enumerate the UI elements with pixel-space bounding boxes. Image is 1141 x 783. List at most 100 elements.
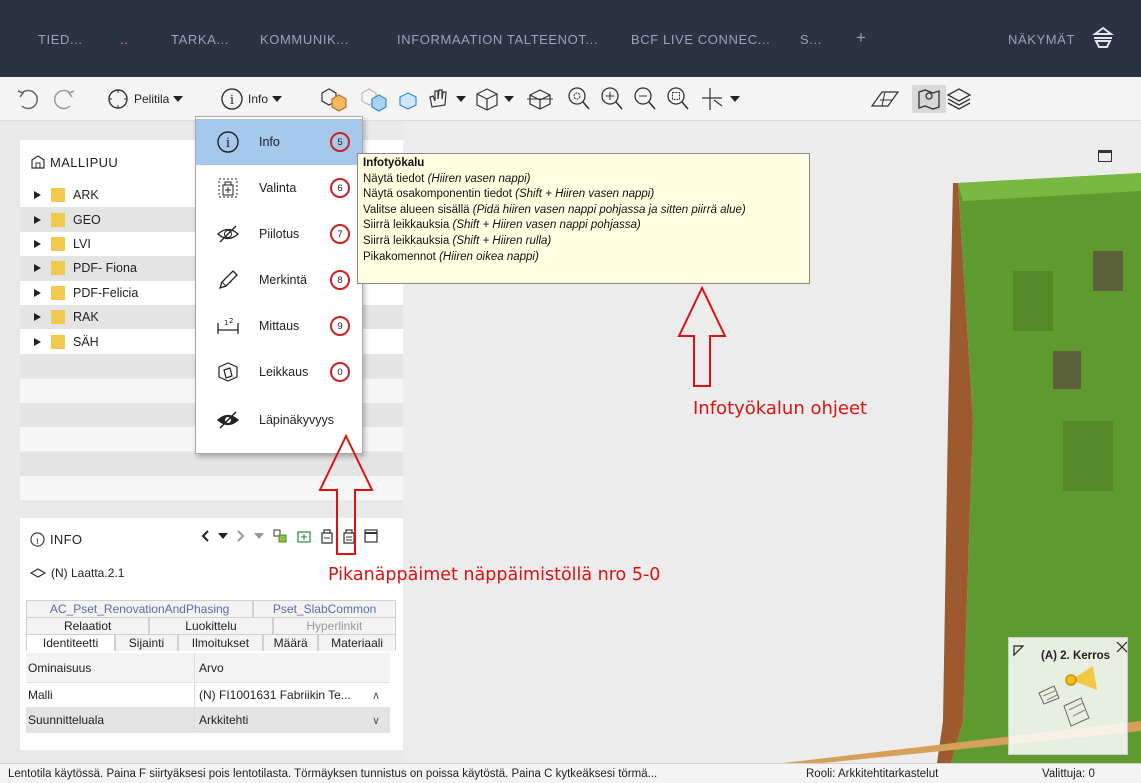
redo-icon xyxy=(54,89,75,110)
tab-s[interactable]: S... xyxy=(800,32,822,47)
tab-ac-pset-renovation[interactable]: AC_Pset_RenovationAndPhasing xyxy=(26,600,254,617)
chevron-down-icon xyxy=(730,96,740,102)
chevron-down-icon xyxy=(272,96,283,102)
tooltip-line: Näytä osakomponentin tiedot (Shift + Hii… xyxy=(363,188,655,201)
expand-icon[interactable] xyxy=(34,313,41,322)
expand-icon[interactable] xyxy=(34,239,41,248)
section-box-icon xyxy=(218,362,238,382)
tab-tarkastelu[interactable]: TARKA... xyxy=(171,32,229,47)
selection-mode-dropdown[interactable] xyxy=(700,85,740,113)
select-parent-icon[interactable] xyxy=(296,528,312,544)
bag-remove-icon[interactable] xyxy=(342,528,356,544)
undo-button[interactable] xyxy=(14,85,42,113)
floor-minimap[interactable]: (A) 2. Kerros xyxy=(1008,637,1128,755)
property-tabs-row-3: Identiteetti Sijainti Ilmoitukset Määrä … xyxy=(26,634,396,651)
show-all-button[interactable] xyxy=(318,85,350,113)
cube-navigation-button[interactable] xyxy=(526,85,554,113)
play-mode-dropdown[interactable]: Pelitila xyxy=(106,85,184,113)
expand-icon[interactable] xyxy=(34,191,41,200)
maximize-icon[interactable] xyxy=(364,529,378,543)
maximize-icon[interactable] xyxy=(1098,150,1112,162)
expand-icon[interactable] xyxy=(34,264,41,273)
menu-item-lapinakyvyys[interactable]: Läpinäkyvyys xyxy=(196,397,362,443)
expand-icon[interactable] xyxy=(34,215,41,224)
menu-item-info[interactable]: i Info 5 xyxy=(196,119,362,165)
tab-luokittelu[interactable]: Luokittelu xyxy=(149,617,273,634)
table-header-row: Ominaisuus Arvo xyxy=(26,653,390,683)
tree-item-label: SÄH xyxy=(73,334,99,349)
views-button[interactable]: NÄKYMÄT xyxy=(1008,32,1075,47)
scroll-down-icon[interactable]: ∨ xyxy=(362,714,390,727)
cube-outline-icon xyxy=(399,92,417,110)
folder-icon xyxy=(51,236,65,251)
model-tree-title: MALLIPUU xyxy=(50,154,119,170)
tab-kommunikointi[interactable]: KOMMUNIK... xyxy=(260,32,349,47)
hand-icon xyxy=(429,89,447,108)
shortcut-key-badge: 0 xyxy=(330,362,350,382)
table-row[interactable]: Suunnitteluala Arkkitehti ∨ xyxy=(26,708,390,733)
folder-icon xyxy=(51,261,65,276)
tab-informaation-talteenotto[interactable]: INFORMAATION TALTEENOT... xyxy=(397,32,598,47)
chevron-left-icon[interactable] xyxy=(200,530,210,542)
table-row[interactable]: Malli (N) FI1001631 Fabriikin Te... ∧ xyxy=(26,683,390,708)
column-header-value[interactable]: Arvo xyxy=(194,653,362,682)
menu-item-label: Info xyxy=(259,135,280,149)
chevron-down-icon[interactable] xyxy=(218,533,228,539)
tooltip-line: Pikakomennot (Hiiren oikea nappi) xyxy=(363,250,539,263)
expand-icon[interactable] xyxy=(34,337,41,346)
isolate-button[interactable] xyxy=(358,85,390,113)
floor-plan-button[interactable] xyxy=(870,85,900,113)
svg-text:1: 1 xyxy=(224,319,228,327)
menu-item-piilotus[interactable]: Piilotus 7 xyxy=(196,211,362,257)
tab-hyperlinkit[interactable]: Hyperlinkit xyxy=(272,617,396,634)
slab-icon xyxy=(30,568,46,578)
selected-object: (N) Laatta.2.1 xyxy=(30,566,124,580)
hand-tool-dropdown[interactable] xyxy=(424,85,466,113)
cubes-blue-icon xyxy=(361,88,387,112)
redo-button[interactable] xyxy=(50,85,78,113)
tab-ilmoitukset[interactable]: Ilmoitukset xyxy=(177,634,264,651)
expand-icon[interactable] xyxy=(34,288,41,297)
zoom-in-icon xyxy=(601,87,623,110)
svg-text:i: i xyxy=(230,93,234,108)
tab-relaatiot[interactable]: Relaatiot xyxy=(26,617,150,634)
view-cube-dropdown[interactable] xyxy=(474,85,514,113)
add-tab-button[interactable]: + xyxy=(856,28,866,48)
folder-icon xyxy=(51,334,65,349)
cubes-color-icon[interactable] xyxy=(272,528,288,544)
layers-button[interactable] xyxy=(946,85,972,113)
map-location-button[interactable] xyxy=(912,85,946,113)
menu-item-merkinta[interactable]: Merkintä 8 xyxy=(196,257,362,303)
tab-active[interactable]: .. xyxy=(120,32,128,47)
tab-bcf-live-connect[interactable]: BCF LIVE CONNEC... xyxy=(631,32,770,47)
menu-item-leikkaus[interactable]: Leikkaus 0 xyxy=(196,349,362,395)
menu-item-valinta[interactable]: Valinta 6 xyxy=(196,165,362,211)
tree-item-label: PDF-Felicia xyxy=(73,285,139,300)
views-menu-icon[interactable] xyxy=(1089,24,1117,52)
cube-icon xyxy=(476,88,498,111)
tab-tiedosto[interactable]: TIED... xyxy=(38,32,83,47)
zoom-out-button[interactable] xyxy=(633,85,657,113)
scroll-up-icon[interactable]: ∧ xyxy=(362,689,390,702)
selection-icon xyxy=(218,178,238,198)
tab-pset-slabcommon[interactable]: Pset_SlabCommon xyxy=(253,600,396,617)
folder-icon xyxy=(51,188,65,203)
tab-identiteetti[interactable]: Identiteetti xyxy=(26,634,116,651)
property-tabs-row-2: Relaatiot Luokittelu Hyperlinkit xyxy=(26,617,396,634)
tab-materiaali[interactable]: Materiaali xyxy=(318,634,396,651)
column-header-property[interactable]: Ominaisuus xyxy=(26,661,194,675)
zoom-extents-button[interactable] xyxy=(567,85,591,113)
hide-button[interactable] xyxy=(396,85,420,113)
svg-text:i: i xyxy=(226,136,230,151)
folder-icon xyxy=(51,285,65,300)
tab-sijainti[interactable]: Sijainti xyxy=(115,634,178,651)
chevron-right-icon[interactable] xyxy=(236,530,246,542)
info-tool-dropdown[interactable]: i Info xyxy=(220,85,283,113)
chevron-down-icon[interactable] xyxy=(254,533,264,539)
bag-icon[interactable] xyxy=(320,528,334,544)
zoom-in-button[interactable] xyxy=(600,85,624,113)
zoom-selection-button[interactable] xyxy=(666,85,690,113)
menu-item-mittaus[interactable]: 12 Mittaus 9 xyxy=(196,303,362,349)
tab-maara[interactable]: Määrä xyxy=(263,634,319,651)
zoom-selection-icon xyxy=(667,87,689,110)
